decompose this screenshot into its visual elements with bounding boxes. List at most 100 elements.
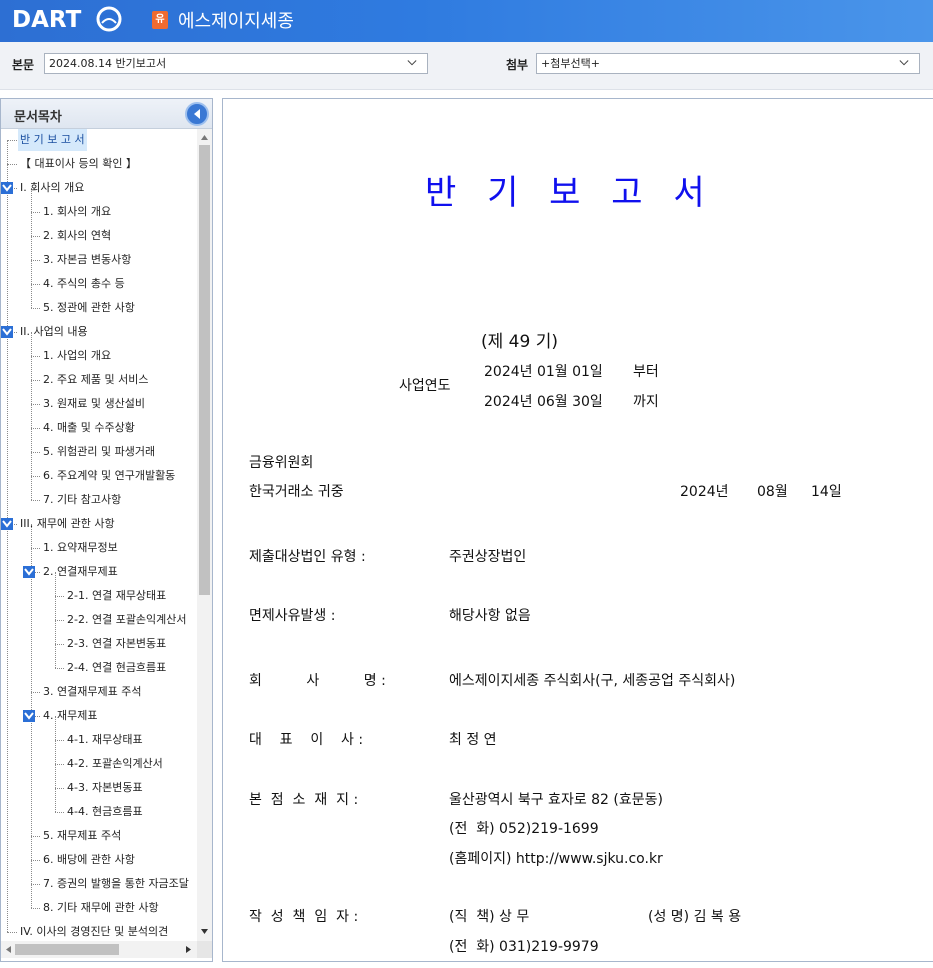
body-select[interactable]: 2024.08.14 반기보고서 (44, 53, 428, 74)
toc-item[interactable]: 2-4. 연결 현금흐름표 (65, 657, 168, 679)
toc-item[interactable]: 4. 주식의 총수 등 (41, 273, 127, 295)
cover-field-label: 본 점 소 재 지 : (249, 792, 359, 808)
toc-item[interactable]: 1. 사업의 개요 (41, 345, 113, 367)
period-start: 2024년 01월 01일 (484, 364, 603, 380)
cover-field-label: 회 사 명 : (249, 673, 386, 689)
toc-item[interactable]: 2-1. 연결 재무상태표 (65, 585, 168, 607)
toc-item[interactable]: 2-2. 연결 포괄손익계산서 (65, 609, 189, 631)
attach-label: 첨부 (506, 58, 529, 72)
toc-item[interactable]: 5. 위험관리 및 파생거래 (41, 441, 157, 463)
toc-item[interactable]: 3. 원재료 및 생산설비 (41, 393, 147, 415)
toc-item[interactable]: 7. 기타 참고사항 (41, 489, 123, 511)
toc-item[interactable]: 1. 요약재무정보 (41, 537, 120, 559)
toc-item[interactable]: 2. 회사의 연혁 (41, 225, 113, 247)
toc-item[interactable]: 5. 재무제표 주석 (41, 825, 123, 847)
tree-trunk-line (31, 188, 32, 308)
toc-collapse-button[interactable] (185, 102, 209, 126)
cover-field-label: 제출대상법인 유형 : (249, 549, 366, 565)
toc-item[interactable]: 3. 연결재무제표 주석 (41, 681, 143, 703)
toc-item[interactable]: 1. 회사의 개요 (41, 201, 113, 223)
tree-trunk-line (31, 332, 32, 500)
tree-connector-line (31, 836, 40, 837)
scroll-right-arrow-icon[interactable] (184, 945, 193, 954)
cover-field-label: 작 성 책 임 자 : (249, 909, 359, 925)
dart-logo[interactable]: DART (12, 4, 122, 36)
submit-date-day: 14일 (811, 484, 842, 500)
toc-item[interactable]: 반 기 보 고 서 (18, 129, 87, 151)
toc-item[interactable]: 2. 주요 제품 및 서비스 (41, 369, 150, 391)
tree-connector-line (7, 140, 17, 141)
tree-connector-line (31, 476, 40, 477)
tree-connector-line (55, 596, 64, 597)
toc-item[interactable]: 6. 주요계약 및 연구개발활동 (41, 465, 177, 487)
tree-expander-icon[interactable] (23, 566, 35, 578)
logo-text: DART (12, 7, 82, 33)
recipient-krx: 한국거래소 귀중 (249, 484, 344, 500)
tree-connector-line (31, 308, 40, 309)
tree-expander-icon[interactable] (23, 710, 35, 722)
tree-connector-line (55, 740, 64, 741)
toc-item[interactable]: 4-2. 포괄손익계산서 (65, 753, 165, 775)
tree-connector-line (55, 764, 64, 765)
tree-trunk-line (7, 140, 8, 932)
tree-connector-line (31, 548, 40, 549)
toc-item[interactable]: IV. 이사의 경영진단 및 분석의견 (18, 921, 170, 941)
toc-item[interactable]: 8. 기타 재무에 관한 사항 (41, 897, 161, 919)
document-viewer: 반 기 보 고 서 (제 49 기) 사업연도 2024년 01월 01일 부터… (222, 98, 933, 962)
body-label: 본문 (12, 58, 35, 72)
cover-field-value: 울산광역시 북구 효자로 82 (효문동) (449, 792, 663, 808)
toc-vertical-scrollbar[interactable] (197, 129, 212, 941)
tree-connector-line (31, 380, 40, 381)
toc-item[interactable]: 4-1. 재무상태표 (65, 729, 145, 751)
toc-item[interactable]: 4. 재무제표 (41, 705, 99, 727)
toc-horizontal-scrollbar[interactable] (1, 941, 197, 958)
toc-item[interactable]: 5. 정관에 관한 사항 (41, 297, 137, 319)
tree-connector-line (31, 908, 40, 909)
body-select-value: 2024.08.14 반기보고서 (49, 57, 167, 70)
company-name[interactable]: 에스제이지세종 (178, 7, 294, 33)
toc-vertical-scroll-thumb[interactable] (199, 145, 210, 595)
header-bar: DART 유 에스제이지세종 (0, 0, 933, 42)
tree-connector-line (31, 236, 40, 237)
toc-item[interactable]: 4. 매출 및 수주상황 (41, 417, 137, 439)
tree-connector-line (55, 620, 64, 621)
toc-item[interactable]: 7. 증권의 발행을 통한 자금조달 (41, 873, 191, 895)
tree-connector-line (31, 452, 40, 453)
tree-connector-line (31, 284, 40, 285)
document-title: 반 기 보 고 서 (425, 173, 715, 213)
scroll-left-arrow-icon[interactable] (4, 945, 13, 954)
toc-item[interactable]: 4-3. 자본변동표 (65, 777, 145, 799)
chevron-left-icon (194, 109, 200, 119)
period-end: 2024년 06월 30일 (484, 394, 603, 410)
toc-item[interactable]: 2-3. 연결 자본변동표 (65, 633, 168, 655)
attach-select[interactable]: +첨부선택+ (536, 53, 920, 74)
cover-field-value: 에스제이지세종 주식회사(구, 세종공업 주식회사) (449, 673, 736, 689)
tree-connector-line (55, 788, 64, 789)
tree-expander-icon[interactable] (1, 326, 13, 338)
cover-field-value: (전 화) 052)219-1699 (449, 821, 599, 837)
toc-panel: 문서목차 반 기 보 고 서 【 대표이사 등의 확인 】 I. 회사의 개요 1. … (0, 98, 213, 962)
period-to-word: 까지 (633, 394, 659, 410)
tree-connector-line (55, 644, 64, 645)
scroll-up-arrow-icon[interactable] (200, 133, 209, 142)
cover-field-value: 주권상장법인 (449, 549, 527, 565)
attach-select-value: +첨부선택+ (541, 57, 600, 70)
scroll-down-arrow-icon[interactable] (200, 927, 209, 936)
tree-expander-icon[interactable] (1, 518, 13, 530)
toc-item[interactable]: 【 대표이사 등의 확인 】 (18, 153, 139, 175)
toc-item[interactable]: II. 사업의 내용 (18, 321, 90, 343)
toc-item[interactable]: 3. 자본금 변동사항 (41, 249, 133, 271)
submit-date-month: 08월 (757, 484, 788, 500)
toc-tree: 반 기 보 고 서 【 대표이사 등의 확인 】 I. 회사의 개요 1. 회사의 개… (1, 129, 197, 941)
fiscal-year-label: 사업연도 (399, 378, 451, 394)
tree-connector-line (55, 812, 64, 813)
toc-item[interactable]: I. 회사의 개요 (18, 177, 86, 199)
tree-expander-icon[interactable] (1, 182, 13, 194)
toc-horizontal-scroll-thumb[interactable] (15, 944, 119, 955)
listing-market-badge: 유 (152, 11, 168, 29)
toc-item[interactable]: III. 재무에 관한 사항 (18, 513, 117, 535)
toc-item[interactable]: 6. 배당에 관한 사항 (41, 849, 137, 871)
cover-field-label: 대 표 이 사 : (249, 732, 364, 748)
toc-item[interactable]: 4-4. 현금흐름표 (65, 801, 145, 823)
toc-item[interactable]: 2. 연결재무제표 (41, 561, 120, 583)
